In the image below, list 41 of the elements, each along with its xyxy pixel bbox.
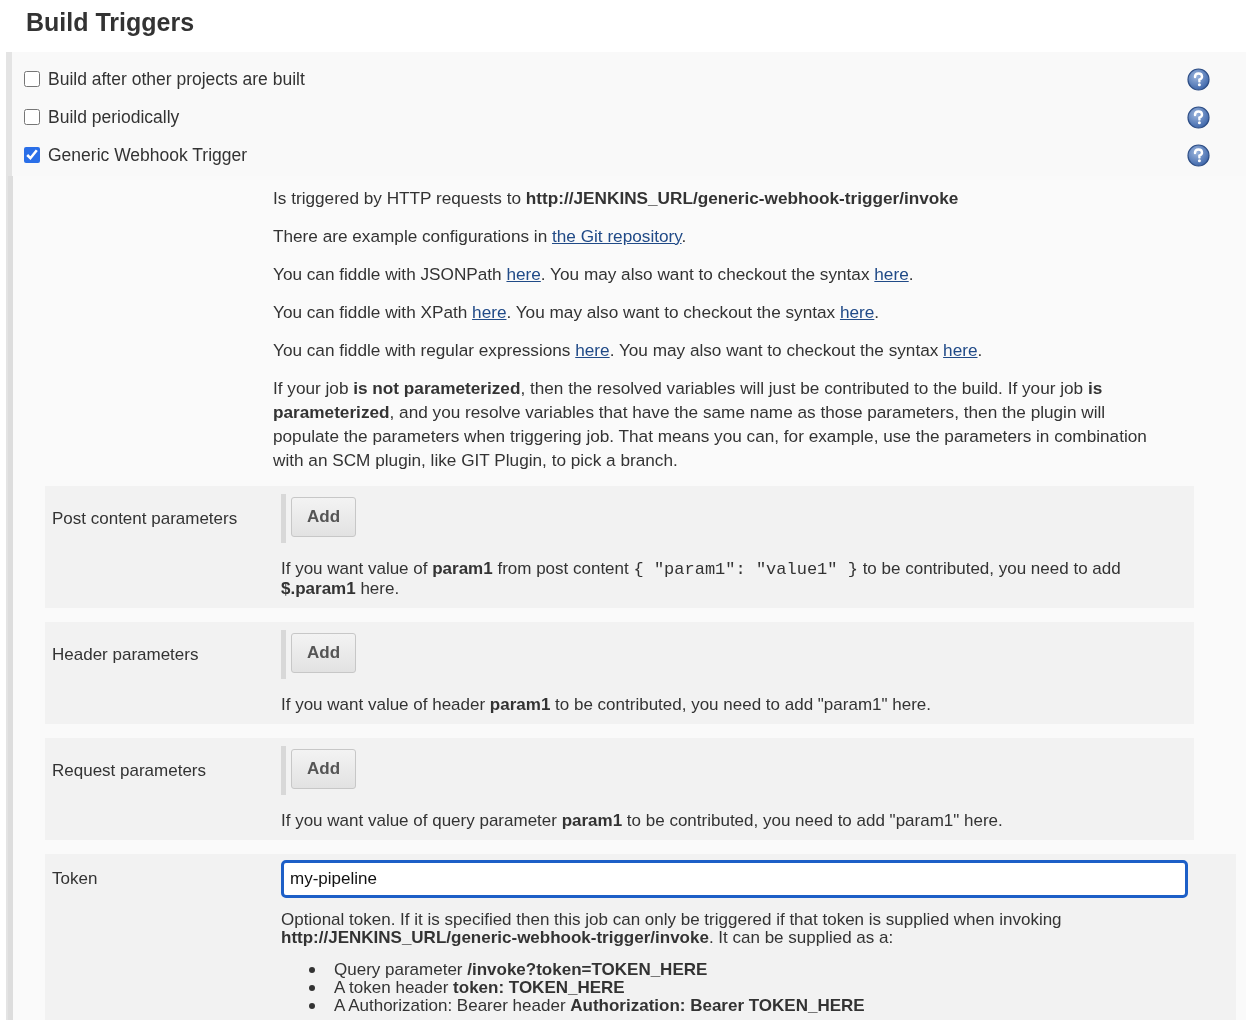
help-icon[interactable] xyxy=(1187,143,1210,167)
help-text: If you want value of header param1 to be contributed, you need to add "param1" here. xyxy=(281,695,932,714)
link[interactable]: here xyxy=(839,302,875,322)
link[interactable]: here xyxy=(874,264,909,284)
help-text: If you want value of query parameter param1 to be contributed, you need to add "param1" here. xyxy=(281,811,1004,830)
link[interactable]: here xyxy=(575,340,610,360)
field-label: Token xyxy=(52,868,99,890)
link[interactable]: the Git repository xyxy=(552,226,682,246)
add-button[interactable]: Add xyxy=(291,497,357,537)
section-title: Build Triggers xyxy=(25,7,196,38)
checkbox-label: Generic Webhook Trigger xyxy=(48,144,249,166)
checkbox[interactable] xyxy=(24,71,40,87)
field-label: Header parameters xyxy=(52,644,200,666)
bullet-icon xyxy=(309,967,315,973)
list-item: A Authorization: Bearer header Authorization: Bearer TOKEN_HERE xyxy=(334,997,865,1015)
checkbox[interactable] xyxy=(24,109,40,125)
help-text: Optional token. If it is specified then this job can only be triggered if that token is supplied when invoking http://JENKINS_URL/generic-webhook-trigger/invoke. It can be supplied as a: xyxy=(281,911,1063,947)
checkbox[interactable] xyxy=(24,147,40,163)
description-text: You can fiddle with XPath here. You may also want to checkout the syntax here. xyxy=(273,301,881,324)
description-text: Is triggered by HTTP requests to http://JENKINS_URL/generic-webhook-trigger/invoke xyxy=(273,187,960,210)
field-label: Request parameters xyxy=(52,760,208,782)
description-text: You can fiddle with regular expressions here. You may also want to checkout the syntax here. xyxy=(273,339,984,362)
checkbox-label: Build periodically xyxy=(48,106,181,128)
checkbox-label: Build after other projects are built xyxy=(48,68,306,90)
list-item: A token header token: TOKEN_HERE xyxy=(334,979,625,997)
help-icon[interactable] xyxy=(1187,105,1210,129)
field-label: Post content parameters xyxy=(52,508,239,530)
add-button[interactable]: Add xyxy=(291,633,357,673)
bullet-icon xyxy=(309,1003,315,1009)
link[interactable]: here xyxy=(943,340,978,360)
help-icon[interactable] xyxy=(1187,67,1210,91)
link[interactable]: here xyxy=(506,264,541,284)
token-field[interactable]: my-pipeline xyxy=(281,860,1188,898)
bullet-icon xyxy=(309,985,315,991)
list-item: Query parameter /invoke?token=TOKEN_HERE xyxy=(334,961,708,979)
add-button[interactable]: Add xyxy=(291,749,357,789)
help-text: If you want value of param1 from post content { "param1": "value1" } to be contributed, you need to add $.param1 here. xyxy=(281,559,1122,598)
description-text: You can fiddle with JSONPath here. You may also want to checkout the syntax here. xyxy=(273,263,915,286)
link[interactable]: here xyxy=(472,302,507,322)
description-text: If your job is not parameterized, then the resolved variables will just be contributed to the build. If your job is parameterized, and you resolve variables that have the same name as those parameters, then the plugin will populate the parameters when triggering job. That means you can, for example, use the parameters in combination with an SCM plugin, like GIT Plugin, to pick a branch. xyxy=(273,377,1148,472)
description-text: There are example configurations in the Git repository. xyxy=(273,225,688,248)
